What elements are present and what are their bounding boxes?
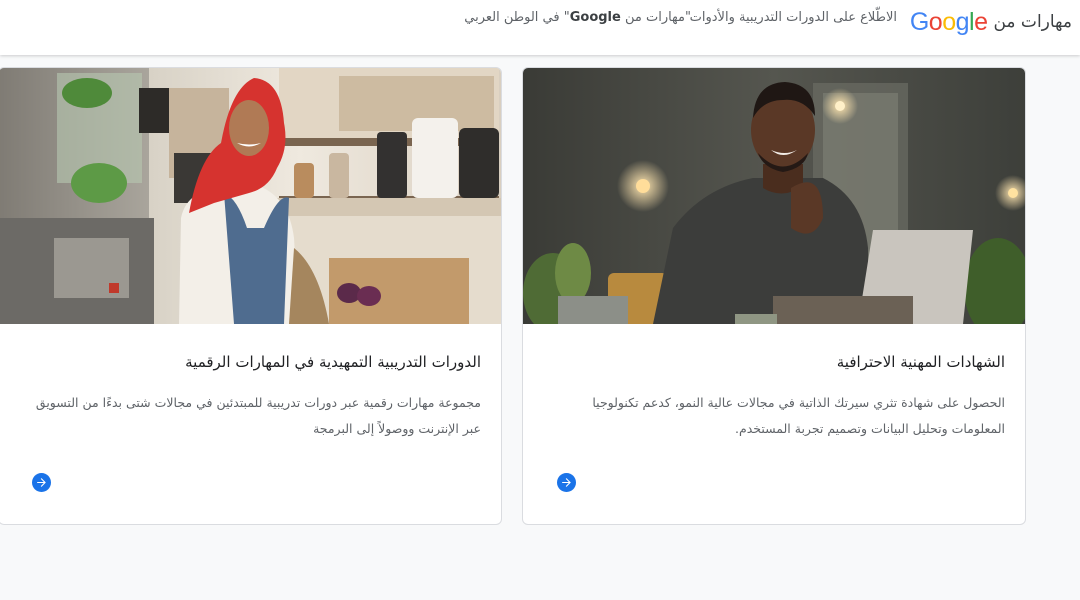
smiling-man-laptop-photo bbox=[523, 68, 1025, 324]
brand-logo-link[interactable]: مهارات من Google bbox=[910, 6, 1072, 38]
card-title: الدورات التدريبية التمهيدية في المهارات … bbox=[185, 353, 481, 371]
nav-link-courses[interactable]: الاطّلاع على الدورات التدريبية والأدوات bbox=[690, 10, 897, 30]
brand-prefix: مهارات من bbox=[993, 12, 1072, 32]
arrow-right-icon bbox=[562, 478, 571, 487]
nav-link-courses-label: الاطّلاع على الدورات التدريبية والأدوات bbox=[689, 10, 897, 25]
card-professional-certificates[interactable]: الشهادات المهنية الاحترافية الحصول على ش… bbox=[522, 67, 1026, 525]
card-arrow-button[interactable] bbox=[557, 473, 576, 492]
nav-link-about[interactable]: "مهارات من Google" في الوطن العربي bbox=[464, 10, 691, 30]
nav-link-about-label-start: "مهارات من bbox=[620, 10, 691, 25]
card-description: الحصول على شهادة تثري سيرتك الذاتية في م… bbox=[592, 395, 1005, 436]
site-header: مهارات من Google الاطّلاع على الدورات ال… bbox=[0, 0, 1080, 55]
nav-link-about-label-end: " في الوطن العربي bbox=[464, 10, 570, 25]
card-description: مجموعة مهارات رقمية عبر دورات تدريبية لل… bbox=[35, 395, 481, 436]
card-digital-skills[interactable]: الدورات التدريبية التمهيدية في المهارات … bbox=[0, 67, 502, 525]
nav-link-about-label-brand: Google bbox=[569, 10, 621, 25]
google-logo: Google bbox=[909, 7, 988, 36]
woman-hijab-shop-photo bbox=[0, 68, 501, 324]
arrow-right-icon bbox=[37, 478, 46, 487]
card-title: الشهادات المهنية الاحترافية bbox=[836, 353, 1005, 371]
card-arrow-button[interactable] bbox=[32, 473, 51, 492]
